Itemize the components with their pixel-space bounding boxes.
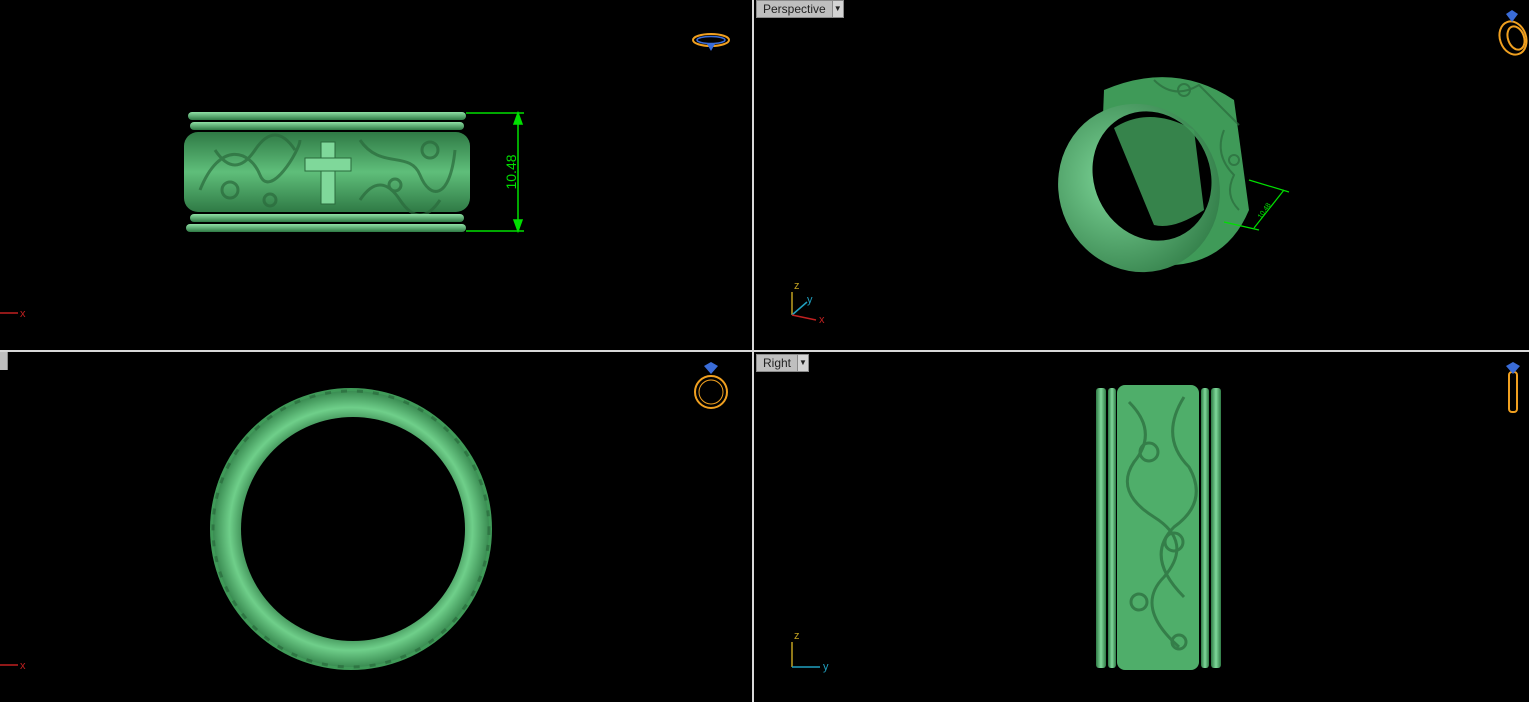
axis-z-label: z	[794, 630, 800, 642]
viewport-front[interactable]: 10.48 x	[0, 0, 752, 350]
ring-front-model	[184, 112, 470, 232]
viewport-top-canvas: x	[0, 362, 728, 672]
viewport-right-canvas: z y	[791, 362, 1520, 673]
viewport-perspective-canvas: 10.48 z y x	[791, 10, 1529, 326]
axis-triad-front: x	[0, 308, 26, 320]
ring-top-model	[210, 388, 492, 670]
axis-y-label: y	[823, 661, 829, 673]
ring-perspective-model	[1058, 77, 1249, 273]
viewport-right[interactable]: Right ▼ z y	[754, 352, 1529, 702]
dimension-perspective-text: 10.48	[1257, 202, 1273, 220]
axis-y-label: y	[807, 294, 813, 306]
ring-gizmo-icon[interactable]	[1495, 10, 1529, 58]
dimension-front-text: 10.48	[503, 154, 519, 189]
ring-gizmo-icon[interactable]	[1506, 362, 1520, 413]
ring-gizmo-icon[interactable]	[694, 362, 728, 409]
viewport-top[interactable]: x	[0, 352, 752, 702]
ring-right-model	[1096, 385, 1221, 670]
axis-z-label: z	[794, 280, 800, 292]
axis-x-label: x	[20, 308, 26, 320]
axis-triad-right: z y	[791, 630, 829, 673]
axis-x-label: x	[819, 314, 825, 326]
ring-gizmo-icon[interactable]	[692, 33, 730, 51]
viewport-perspective[interactable]: Perspective ▼ 10.48 z y x	[754, 0, 1529, 350]
axis-triad-top: x	[0, 660, 26, 672]
axis-triad-perspective: z y x	[791, 280, 825, 326]
viewport-front-canvas: 10.48 x	[0, 33, 730, 320]
axis-x-label: x	[20, 660, 26, 672]
